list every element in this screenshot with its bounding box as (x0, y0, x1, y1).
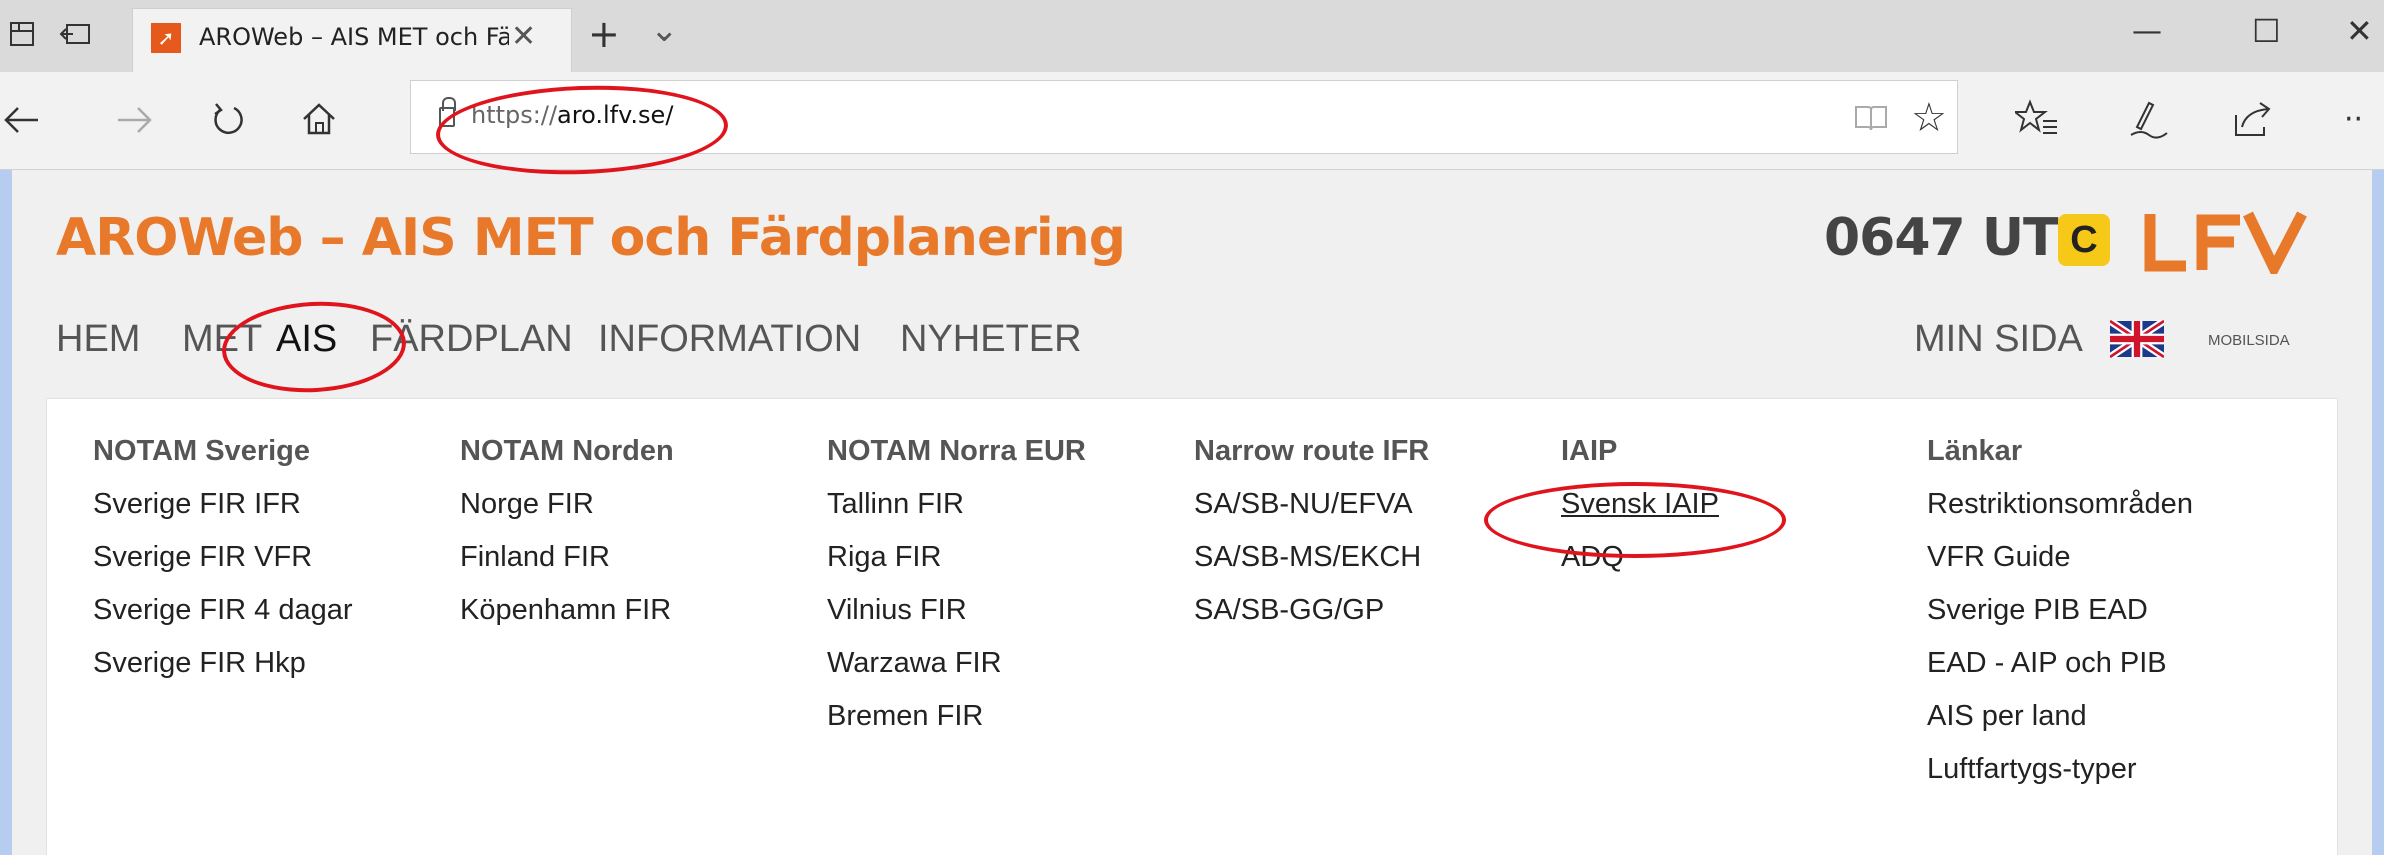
menu-link[interactable]: Norge FIR (460, 488, 674, 541)
lfv-logo[interactable] (2136, 210, 2316, 274)
menu-link[interactable]: SA/SB-NU/EFVA (1194, 488, 1429, 541)
navigation-bar: https://aro.lfv.se/ ☆ ·· (0, 72, 2384, 170)
menu-link[interactable]: Tallinn FIR (827, 488, 1086, 541)
nav-item-met[interactable]: MET (182, 318, 262, 361)
menu-column-header: IAIP (1561, 435, 1618, 467)
menu-column-header: Narrow route IFR (1194, 435, 1430, 467)
utc-clock: 0647 UTC (1824, 208, 2096, 268)
site-title[interactable]: AROWeb – AIS MET och Färdplanering (56, 208, 1126, 268)
share-icon[interactable] (2228, 94, 2278, 144)
lock-icon (439, 97, 456, 127)
menu-link[interactable]: Luftfartygs-typer (1927, 753, 2193, 806)
menu-link[interactable]: Sverige FIR 4 dagar (93, 594, 353, 647)
menu-link[interactable]: Finland FIR (460, 541, 674, 594)
reading-view-icon[interactable] (1851, 99, 1891, 137)
menu-link[interactable]: Bremen FIR (827, 700, 1086, 753)
url-text[interactable]: https://aro.lfv.se/ (471, 101, 673, 129)
nav-item-fardplan[interactable]: FÄRDPLAN (370, 318, 573, 361)
menu-link[interactable]: Riga FIR (827, 541, 1086, 594)
menu-link[interactable]: EAD - AIP och PIB (1927, 647, 2193, 700)
tab-list-icon[interactable]: ⌄ (650, 10, 679, 50)
tab-aside-icon[interactable] (54, 16, 96, 52)
back-icon[interactable] (0, 98, 44, 142)
menu-link[interactable]: Warzawa FIR (827, 647, 1086, 700)
address-bar[interactable]: https://aro.lfv.se/ ☆ (410, 80, 1958, 154)
menu-link[interactable]: Sverige FIR VFR (93, 541, 353, 594)
menu-link[interactable]: AIS per land (1927, 700, 2193, 753)
menu-link[interactable]: VFR Guide (1927, 541, 2193, 594)
close-window-button[interactable]: ✕ (2346, 12, 2373, 50)
pen-icon[interactable] (2124, 94, 2174, 144)
menu-column-lankar: Länkar Restriktionsområden VFR Guide Sve… (1927, 435, 2193, 806)
nav-item-information[interactable]: INFORMATION (598, 318, 861, 361)
menu-column-header: Länkar (1927, 435, 2023, 467)
nav-item-ais[interactable]: AIS (276, 318, 337, 361)
tab-title: AROWeb – AIS MET och Färdplanering (199, 23, 509, 51)
more-icon[interactable]: ·· (2344, 102, 2363, 137)
menu-column-header: NOTAM Sverige (93, 435, 311, 467)
menu-link[interactable]: Sverige PIB EAD (1927, 594, 2193, 647)
menu-column-notam-sverige: NOTAM Sverige Sverige FIR IFR Sverige FI… (93, 435, 353, 700)
minimize-button[interactable]: — (2132, 14, 2162, 49)
menu-link[interactable]: SA/SB-GG/GP (1194, 594, 1429, 647)
menu-link[interactable]: Sverige FIR Hkp (93, 647, 353, 700)
menu-link[interactable]: Köpenhamn FIR (460, 594, 674, 647)
menu-link[interactable]: Sverige FIR IFR (93, 488, 353, 541)
min-sida-link[interactable]: MIN SIDA (1914, 318, 2083, 361)
nav-item-hem[interactable]: HEM (56, 318, 140, 361)
status-badge[interactable]: C (2058, 214, 2110, 266)
menu-column-header: NOTAM Norra EUR (827, 435, 1086, 467)
ais-dropdown-menu: NOTAM Sverige Sverige FIR IFR Sverige FI… (46, 398, 2338, 855)
favorites-hub-icon[interactable] (2012, 94, 2062, 144)
menu-link[interactable]: SA/SB-MS/EKCH (1194, 541, 1429, 594)
new-tab-button[interactable]: + (588, 12, 620, 56)
uk-flag-icon[interactable] (2110, 320, 2164, 358)
nav-item-nyheter[interactable]: NYHETER (900, 318, 1082, 361)
site-favicon-icon: ➚ (151, 23, 181, 53)
maximize-button[interactable]: ☐ (2252, 12, 2281, 50)
tab-preview-icon[interactable] (4, 16, 40, 52)
menu-link[interactable]: Vilnius FIR (827, 594, 1086, 647)
menu-link[interactable]: ADQ (1561, 541, 1719, 594)
forward-icon[interactable] (112, 98, 156, 142)
menu-link[interactable]: Restriktionsområden (1927, 488, 2193, 541)
tab-bar: ➚ AROWeb – AIS MET och Färdplanering ✕ +… (0, 0, 2384, 72)
menu-column-header: NOTAM Norden (460, 435, 674, 467)
refresh-icon[interactable] (206, 96, 250, 144)
svensk-iaip-link[interactable]: Svensk IAIP (1561, 488, 1719, 541)
home-icon[interactable] (296, 96, 342, 142)
tab-close-icon[interactable]: ✕ (511, 19, 536, 54)
active-tab[interactable]: ➚ AROWeb – AIS MET och Färdplanering ✕ (132, 8, 572, 72)
mobilsida-link[interactable]: MOBILSIDA (2208, 332, 2290, 349)
menu-column-notam-norden: NOTAM Norden Norge FIR Finland FIR Köpen… (460, 435, 674, 647)
web-page: AROWeb – AIS MET och Färdplanering 0647 … (12, 170, 2372, 855)
menu-column-iaip: IAIP Svensk IAIP ADQ (1561, 435, 1719, 594)
menu-column-narrow-route-ifr: Narrow route IFR SA/SB-NU/EFVA SA/SB-MS/… (1194, 435, 1429, 647)
favorite-star-icon[interactable]: ☆ (1911, 95, 1947, 141)
menu-column-notam-norra-eur: NOTAM Norra EUR Tallinn FIR Riga FIR Vil… (827, 435, 1086, 753)
